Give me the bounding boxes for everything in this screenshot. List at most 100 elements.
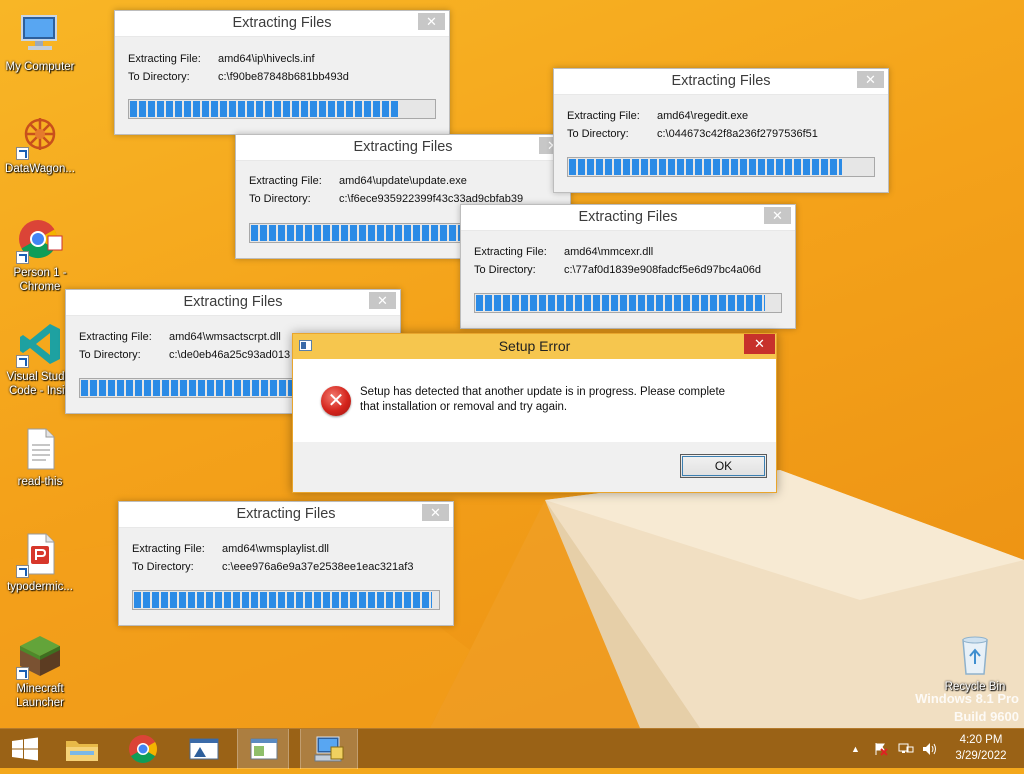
volume-icon[interactable] (922, 742, 936, 756)
clock-time: 4:20 PM (959, 734, 1003, 746)
shortcut-arrow-icon (16, 565, 29, 578)
watermark-build: Build 9600 (953, 709, 1019, 724)
to-directory-row: To Directory: c:\044673c42f8a236f2797536f… (567, 128, 818, 140)
chrome-icon (129, 735, 157, 763)
tray-overflow-chevron[interactable]: ▲ (851, 742, 865, 756)
watermark-edition: Windows 8.1 Pro (915, 691, 1019, 706)
field-label: To Directory: (567, 128, 629, 140)
shortcut-arrow-icon (16, 355, 29, 368)
dialog-titlebar[interactable]: Setup Error ✕ (293, 334, 776, 359)
window-titlebar[interactable]: Extracting Files ✕ (115, 11, 449, 37)
computer-icon (16, 10, 64, 58)
close-button[interactable]: ✕ (418, 13, 445, 30)
setup-error-dialog[interactable]: Setup Error ✕ ✕ Setup has detected that … (292, 333, 777, 493)
field-label: To Directory: (128, 71, 190, 83)
recycle-bin-icon (951, 630, 999, 678)
vscode-icon (16, 320, 64, 368)
close-button[interactable]: ✕ (744, 334, 775, 354)
system-clock[interactable]: 4:20 PM 3/29/2022 (946, 732, 1016, 764)
extract-window[interactable]: Extracting Files ✕ Extracting File: amd64… (114, 10, 450, 135)
desktop-icon-label: DataWagon... (5, 163, 75, 175)
windows-watermark: Windows 8.1 Pro Build 9600 (915, 690, 1019, 726)
ok-button[interactable]: OK (680, 454, 767, 478)
desktop-icon-typodermic[interactable]: typodermic... (1, 530, 79, 594)
progress-bar (567, 157, 875, 177)
close-button[interactable]: ✕ (422, 504, 449, 521)
taskbar: ▲ 4:20 PM 3/29/2022 (0, 728, 1024, 769)
window-titlebar[interactable]: Extracting Files ✕ (119, 502, 453, 528)
error-icon: ✕ (321, 386, 351, 416)
taskbar-file-explorer[interactable] (56, 729, 108, 769)
minecraft-icon (16, 632, 64, 680)
field-label: Extracting File: (567, 110, 640, 122)
window-title: Extracting Files (671, 73, 771, 89)
extracting-file-row: Extracting File: amd64\wmsactscrpt.dll (79, 331, 281, 343)
progress-fill (569, 159, 843, 175)
shortcut-arrow-icon (16, 251, 29, 264)
window-titlebar[interactable]: Extracting Files ✕ (461, 205, 795, 231)
desktop-icon-minecraft[interactable]: Minecraft Launcher (1, 632, 79, 710)
file-path: amd64\update\update.exe (339, 175, 467, 187)
desktop-icon-recycle-bin[interactable]: Recycle Bin (936, 630, 1014, 694)
action-center-icon[interactable] (874, 742, 888, 756)
progress-bar (474, 293, 782, 313)
desktop-icon-label: typodermic... (7, 581, 73, 593)
field-label: Extracting File: (79, 331, 152, 343)
progress-fill (130, 101, 401, 117)
extract-window-icon (250, 738, 278, 760)
folder-icon (66, 741, 98, 761)
desktop-icon-my-computer[interactable]: My Computer (1, 10, 79, 74)
error-message-line: that installation or removal and try aga… (360, 401, 568, 413)
progress-fill (476, 295, 765, 311)
file-path: amd64\wmsactscrpt.dll (169, 331, 281, 343)
network-icon[interactable] (898, 742, 914, 756)
window-titlebar[interactable]: Extracting Files ✕ (66, 290, 400, 316)
desktop-icon-label: My Computer (5, 61, 75, 73)
dialog-title: Setup Error (498, 338, 571, 354)
field-label: To Directory: (132, 561, 194, 573)
error-message: Setup has detected that another update i… (360, 385, 760, 415)
taskbar-chrome[interactable] (117, 729, 169, 769)
window-titlebar[interactable]: Extracting Files ✕ (236, 135, 570, 161)
taskbar-setup-error[interactable] (300, 729, 358, 769)
window-titlebar[interactable]: Extracting Files ✕ (554, 69, 888, 95)
close-button[interactable]: ✕ (369, 292, 396, 309)
chrome-icon (16, 216, 64, 264)
extract-window[interactable]: Extracting Files ✕ Extracting File: amd64… (553, 68, 889, 193)
progress-bar (128, 99, 436, 119)
extracting-file-row: Extracting File: amd64\mmcexr.dll (474, 246, 653, 258)
extracting-file-row: Extracting File: amd64\ip\hivecls.inf (128, 53, 315, 65)
field-label: To Directory: (474, 264, 536, 276)
taskbar-setup-app[interactable] (178, 729, 230, 769)
extracting-file-row: Extracting File: amd64\regedit.exe (567, 110, 748, 122)
close-button[interactable]: ✕ (764, 207, 791, 224)
field-label: To Directory: (79, 349, 141, 361)
desktop-icon-read-this[interactable]: read-this (1, 425, 79, 489)
pdf-document-icon (16, 530, 64, 578)
desktop: My Computer DataWagon... Person 1 - Chro… (0, 0, 1024, 728)
to-directory-row: To Directory: c:\77af0d1839e908fadcf5e6d9… (474, 264, 761, 276)
to-directory-row: To Directory: c:\f90be87848b681bb493d (128, 71, 349, 83)
close-button[interactable]: ✕ (857, 71, 884, 88)
window-title: Extracting Files (236, 506, 336, 522)
directory-path: c:\f90be87848b681bb493d (218, 71, 349, 83)
file-path: amd64\regedit.exe (657, 110, 749, 122)
taskbar-extract-window[interactable] (237, 729, 289, 769)
directory-path: c:\eee976a6e9a37e2538ee1eac321af3 (222, 561, 414, 573)
window-title: Extracting Files (578, 209, 678, 225)
error-message-line: Setup has detected that another update i… (360, 386, 726, 398)
to-directory-row: To Directory: c:\eee976a6e9a37e2538ee1eac… (132, 561, 413, 573)
field-label: Extracting File: (132, 543, 205, 555)
extract-window[interactable]: Extracting Files ✕ Extracting File: amd64… (118, 501, 454, 626)
clock-date: 3/29/2022 (955, 750, 1007, 762)
start-button[interactable] (0, 729, 52, 769)
shortcut-arrow-icon (16, 147, 29, 160)
computer-setup-icon (314, 736, 344, 762)
directory-path: c:\de0eb46a25c93ad013 (169, 349, 291, 361)
desktop-icon-chrome[interactable]: Person 1 - Chrome (1, 216, 79, 294)
file-path: amd64\ip\hivecls.inf (218, 53, 315, 65)
desktop-icon-datawagon[interactable]: DataWagon... (1, 112, 79, 176)
to-directory-row: To Directory: c:\de0eb46a25c93ad013 (79, 349, 290, 361)
file-path: amd64\wmsplaylist.dll (222, 543, 329, 555)
extract-window[interactable]: Extracting Files ✕ Extracting File: amd64… (460, 204, 796, 329)
